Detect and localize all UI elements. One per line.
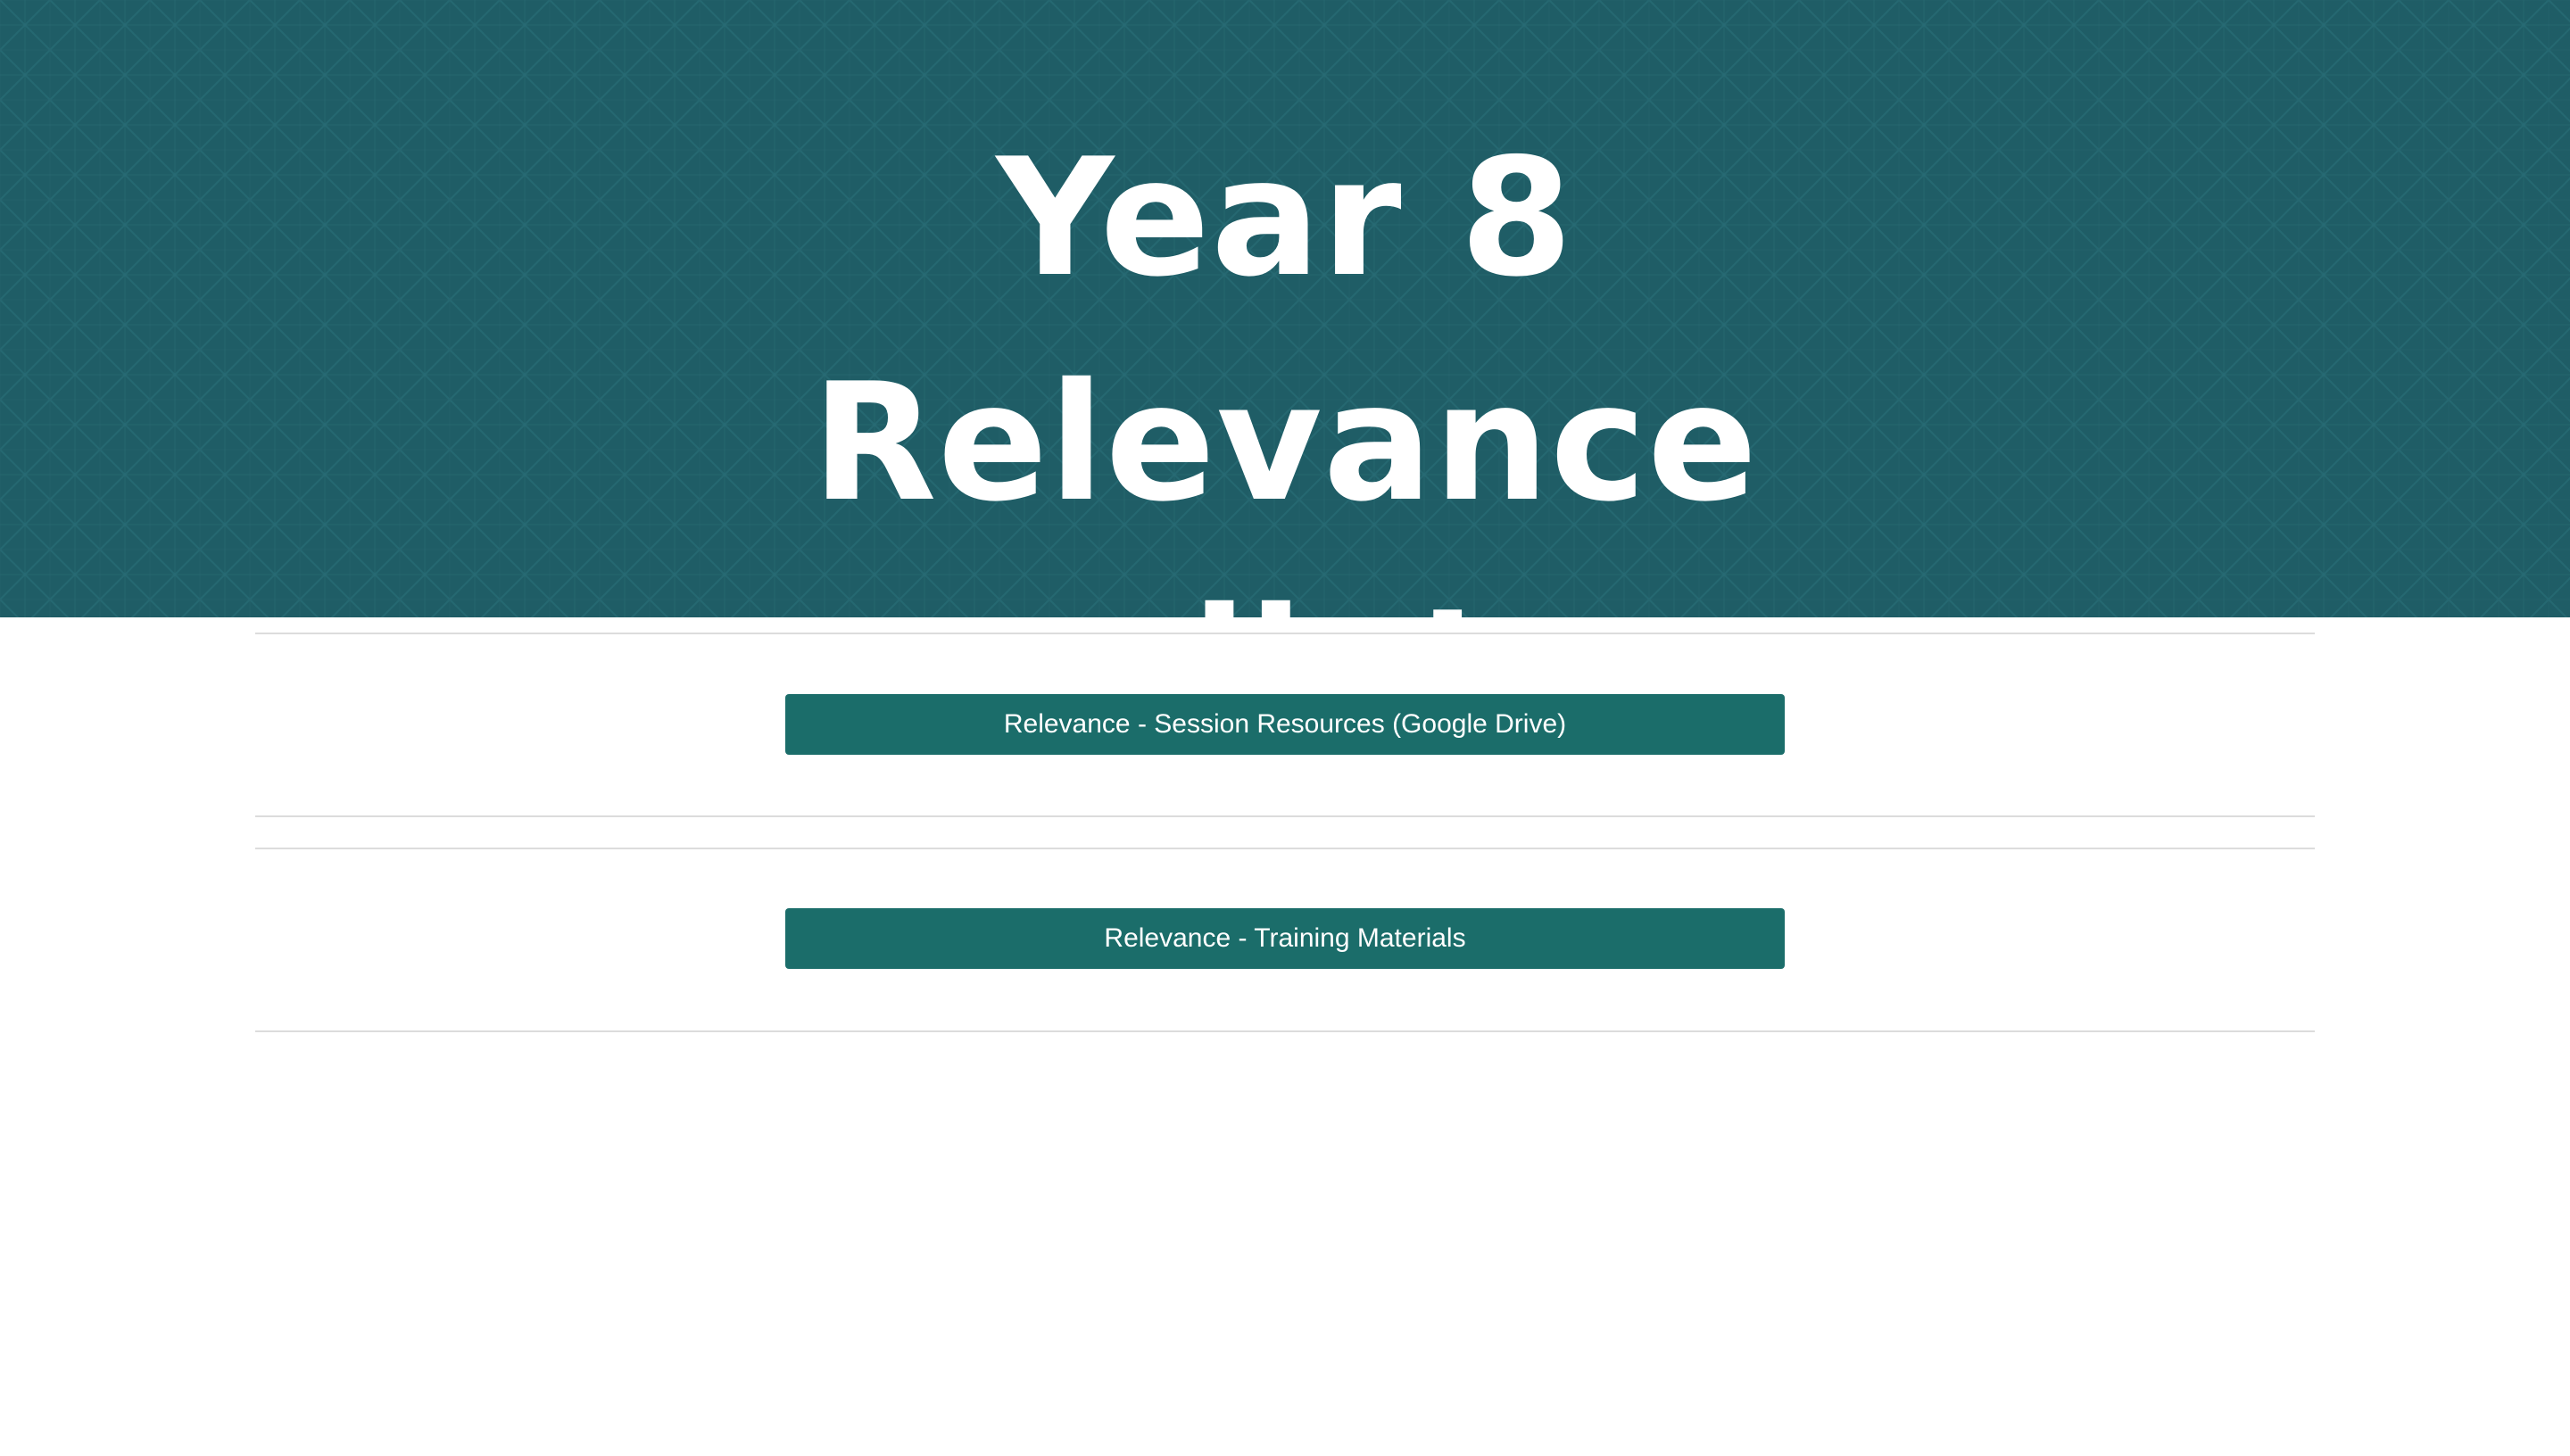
page-banner: Year 8 Relevance pilot xyxy=(0,0,2570,617)
section-divider-bottom-1 xyxy=(255,815,2315,817)
section-divider-bottom-2 xyxy=(255,1030,2315,1032)
section-divider-top-1 xyxy=(255,633,2315,634)
section-divider-top-2 xyxy=(255,848,2315,849)
session-resources-button[interactable]: Relevance - Session Resources (Google Dr… xyxy=(785,694,1785,755)
training-materials-button[interactable]: Relevance - Training Materials xyxy=(785,908,1785,969)
page-title-text: Year 8 Relevance pilot xyxy=(811,123,1759,617)
page-title: Year 8 Relevance pilot xyxy=(0,105,2570,617)
